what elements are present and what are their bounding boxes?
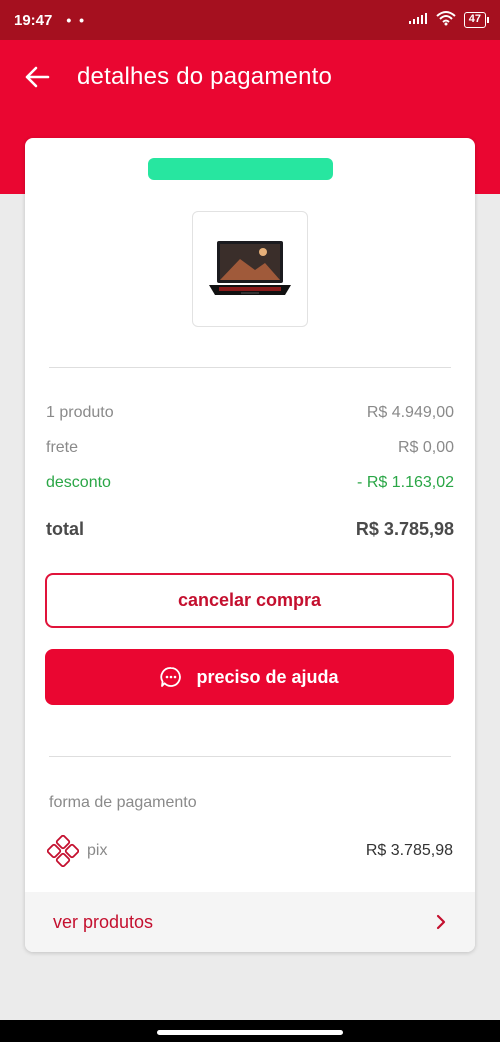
discount-label: desconto: [46, 474, 111, 491]
product-image[interactable]: [192, 211, 308, 327]
help-label: preciso de ajuda: [196, 666, 339, 687]
summary-total-row: total R$ 3.785,98: [46, 519, 454, 540]
products-label: 1 produto: [46, 404, 114, 421]
payment-section-label: forma de pagamento: [49, 794, 197, 811]
total-value: R$ 3.785,98: [355, 519, 454, 539]
help-button[interactable]: preciso de ajuda: [45, 649, 454, 705]
view-products-label: ver produtos: [53, 911, 154, 932]
status-notification-dots: • •: [66, 12, 87, 28]
discount-value: - R$ 1.163,02: [357, 474, 454, 491]
page-title: detalhes do pagamento: [77, 63, 333, 90]
total-label: total: [46, 519, 84, 539]
cancel-purchase-button[interactable]: cancelar compra: [45, 573, 454, 628]
pix-icon: [47, 835, 79, 867]
chat-icon: [160, 667, 182, 687]
chevron-right-icon: [436, 914, 446, 930]
payment-amount: R$ 3.785,98: [365, 842, 453, 859]
products-value: R$ 4.949,00: [366, 404, 454, 421]
shipping-value: R$ 0,00: [397, 439, 454, 456]
back-arrow-icon: [25, 66, 50, 88]
status-icons: 47: [408, 10, 490, 30]
divider: [49, 756, 451, 757]
view-products-link[interactable]: ver produtos: [25, 892, 475, 952]
battery-indicator: 47: [463, 12, 490, 28]
payment-method-row: pix R$ 3.785,98: [47, 834, 453, 868]
laptop-image: [209, 241, 291, 295]
back-button[interactable]: [22, 62, 52, 92]
status-time: 19:47: [14, 11, 53, 29]
cancel-purchase-label: cancelar compra: [177, 590, 322, 610]
shipping-label: frete: [46, 439, 79, 456]
redacted-product-name: [148, 158, 333, 180]
wifi-icon: [436, 10, 456, 30]
home-gesture-bar[interactable]: [157, 1030, 343, 1035]
divider: [49, 367, 451, 368]
summary-products-row: 1 produto R$ 4.949,00: [46, 404, 454, 422]
payment-details-card: 1 produto R$ 4.949,00 frete R$ 0,00 desc…: [25, 138, 475, 952]
summary-shipping-row: frete R$ 0,00: [46, 439, 454, 457]
status-bar: 19:47 • • 47: [0, 0, 500, 40]
payment-method-name: pix: [87, 842, 108, 859]
summary-discount-row: desconto - R$ 1.163,02: [46, 474, 454, 492]
signal-icon: [408, 11, 428, 29]
